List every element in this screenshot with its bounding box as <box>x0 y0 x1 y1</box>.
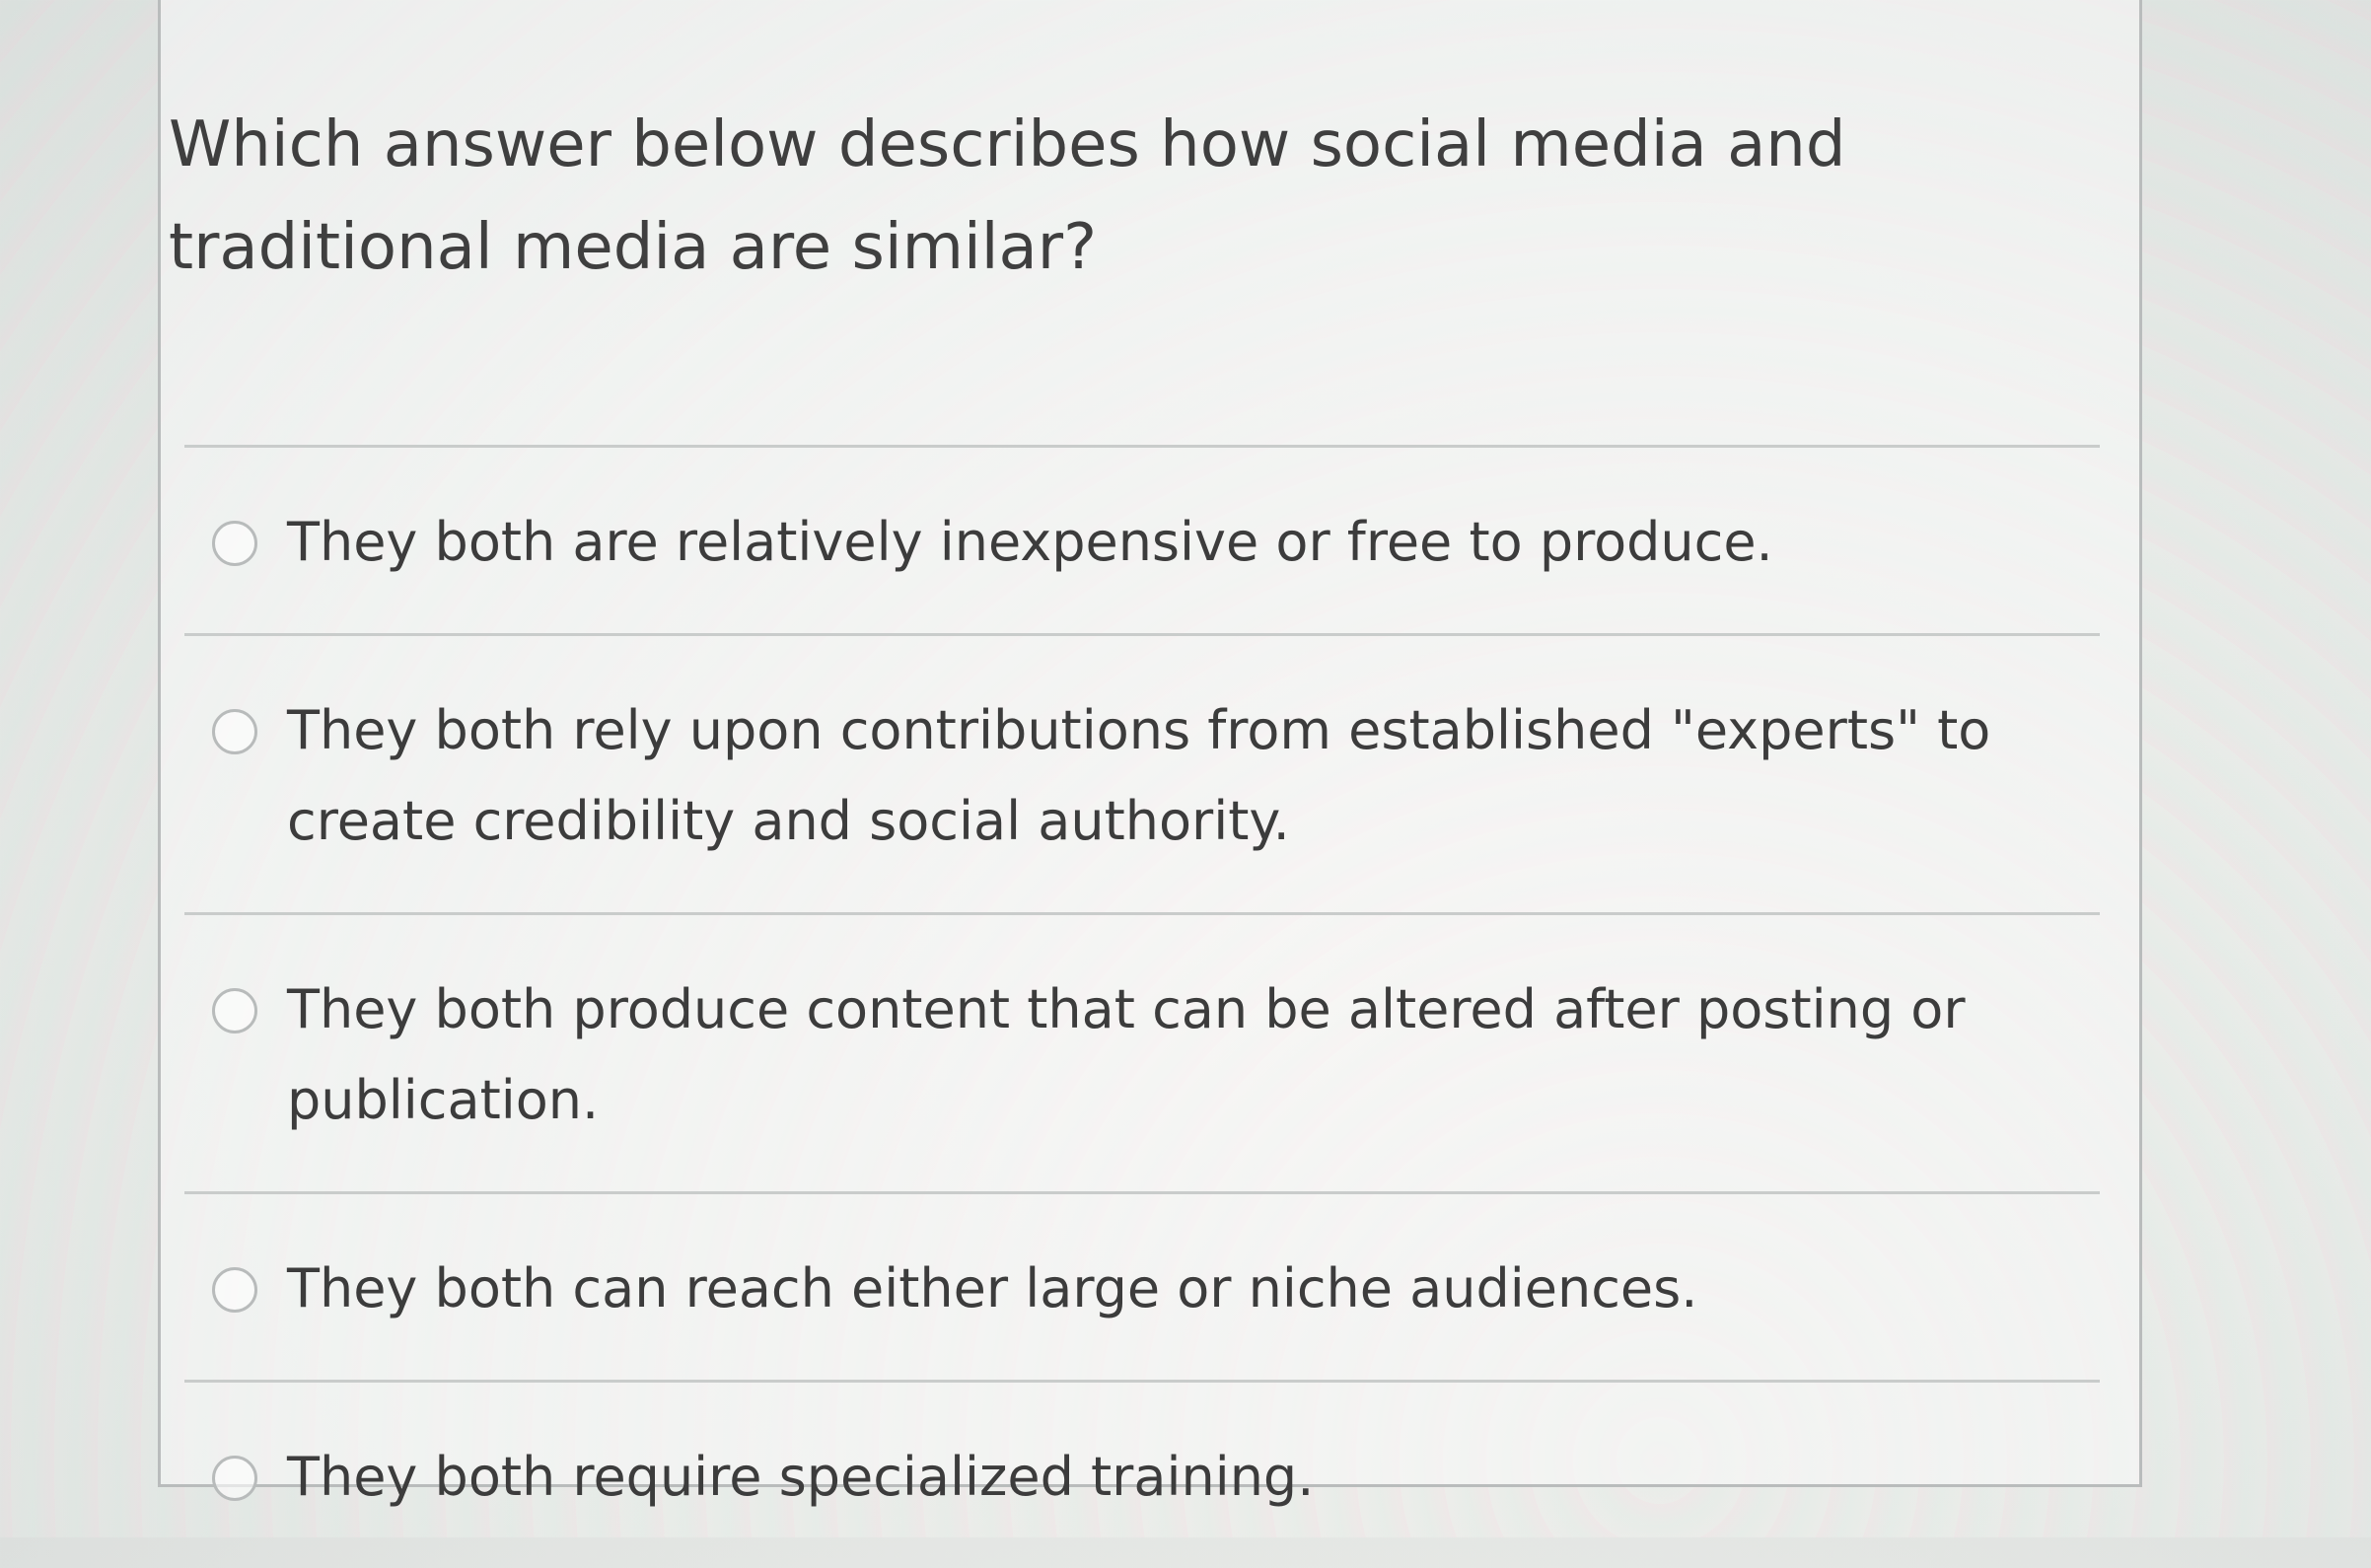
answer-options: They both are relatively inexpensive or … <box>184 445 2100 1568</box>
answer-label[interactable]: They both rely upon contributions from e… <box>287 685 2100 867</box>
answer-label[interactable]: They both produce content that can be al… <box>287 964 2100 1146</box>
radio-button[interactable] <box>212 1456 257 1501</box>
answer-option-4[interactable]: They both can reach either large or nich… <box>184 1194 2100 1380</box>
question-card: Which answer below describes how social … <box>158 0 2142 1508</box>
answer-option-3[interactable]: They both produce content that can be al… <box>184 915 2100 1191</box>
answer-label[interactable]: They both can reach either large or nich… <box>287 1244 1697 1334</box>
radio-button[interactable] <box>212 1267 257 1313</box>
answer-label[interactable]: They both require specialized training. <box>287 1432 1314 1523</box>
radio-button[interactable] <box>212 521 257 566</box>
radio-button[interactable] <box>212 709 257 754</box>
question-text: Which answer below describes how social … <box>169 108 1846 284</box>
answer-label[interactable]: They both are relatively inexpensive or … <box>287 497 1773 588</box>
answer-option-5[interactable]: They both require specialized training. <box>184 1383 2100 1568</box>
answer-option-2[interactable]: They both rely upon contributions from e… <box>184 636 2100 912</box>
answer-option-1[interactable]: They both are relatively inexpensive or … <box>184 448 2100 633</box>
radio-button[interactable] <box>212 988 257 1033</box>
